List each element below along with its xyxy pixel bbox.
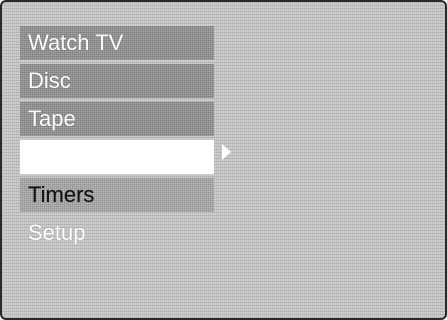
menu-item-setup[interactable]: Setup: [20, 216, 214, 250]
chevron-right-icon: [222, 144, 231, 160]
menu-item-selected[interactable]: [20, 140, 214, 174]
menu-item-label: Watch TV: [28, 30, 124, 55]
menu-item-tape[interactable]: Tape: [20, 102, 214, 136]
menu-item-label: Disc: [28, 68, 71, 93]
menu-item-disc[interactable]: Disc: [20, 64, 214, 98]
menu-item-timers[interactable]: Timers: [20, 178, 214, 212]
menu-item-label: Timers: [28, 182, 95, 207]
menu-item-watch-tv[interactable]: Watch TV: [20, 26, 214, 60]
main-menu: Watch TV Disc Tape Timers Setup: [20, 26, 214, 254]
menu-item-label: Tape: [28, 106, 76, 131]
menu-item-label: Setup: [28, 220, 86, 245]
tv-menu-screen: Watch TV Disc Tape Timers Setup: [0, 0, 447, 320]
